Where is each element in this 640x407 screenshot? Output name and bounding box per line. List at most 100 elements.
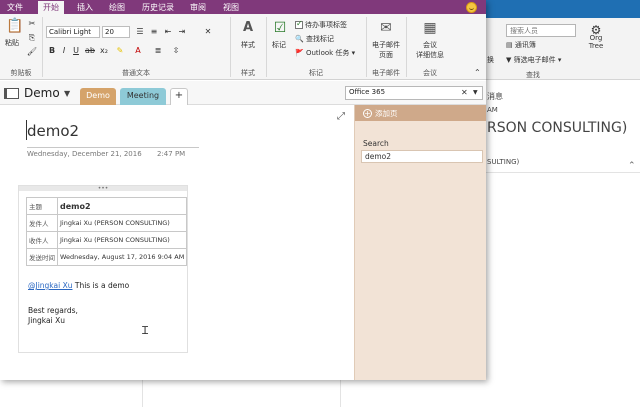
tab-home[interactable]: 开始	[38, 1, 64, 14]
email-body-line: @Jingkai Xu This is a demo	[28, 281, 129, 290]
decrease-indent-icon[interactable]: ⇤	[162, 26, 174, 38]
outlook-titlebar	[486, 0, 640, 18]
org-tree-button[interactable]: ⚙ Org Tree	[584, 24, 608, 50]
cut-icon[interactable]: ✂	[26, 18, 38, 30]
styles-icon[interactable]: A	[238, 20, 258, 36]
address-book-label: 通讯簿	[514, 41, 536, 49]
email-page-icon[interactable]: ✉	[376, 20, 396, 36]
meeting-details-icon[interactable]: ▦	[420, 20, 440, 36]
numbering-icon[interactable]: ≡	[148, 26, 160, 38]
tab-draw[interactable]: 绘图	[104, 1, 130, 14]
table-cell-value: Jingkai Xu (PERSON CONSULTING)	[56, 231, 188, 249]
basic-text-group-label: 普通文本	[122, 69, 150, 77]
clear-search-icon[interactable]: ✕	[461, 88, 468, 97]
collapse-ribbon-icon[interactable]: ⌃	[474, 68, 481, 77]
tab-insert[interactable]: 插入	[72, 1, 98, 14]
page-list-item[interactable]: demo2	[361, 150, 483, 163]
tab-view[interactable]: 视图	[218, 1, 244, 14]
notebook-dropdown-icon[interactable]: ▼	[64, 89, 70, 98]
onenote-window: 文件 开始 插入 绘图 历史记录 审阅 视图 📋 粘贴 ✂ ⎘ 🖌 剪贴板 Ca…	[0, 0, 486, 380]
filter-email-button[interactable]: ▼ 筛选电子邮件 ▾	[506, 55, 561, 65]
highlight-icon[interactable]: ✎	[114, 45, 126, 57]
clipboard-group-label: 剪贴板	[10, 69, 32, 77]
bullets-icon[interactable]: ☰	[134, 26, 146, 38]
tab-history[interactable]: 历史记录	[140, 1, 176, 14]
email-group-label: 电子邮件	[372, 69, 400, 77]
table-row: 发送时间 Wednesday, August 17, 2016 9:04 AM	[26, 248, 188, 266]
table-cell-label: 发送时间	[26, 248, 58, 266]
todo-checkbox-icon	[295, 19, 303, 29]
email-page-label-2[interactable]: 页面	[370, 50, 402, 60]
table-row: 主题 demo2	[26, 197, 188, 215]
page-canvas[interactable]: ⤢ demo2 Wednesday, December 21, 2016 2:4…	[0, 105, 354, 380]
section-tab-meeting[interactable]: Meeting	[120, 88, 166, 105]
menu-bar: 文件 开始 插入 绘图 历史记录 审阅 视图	[0, 0, 486, 14]
outlook-search-people-input[interactable]: 搜索人员	[506, 24, 576, 37]
italic-icon[interactable]: I	[58, 45, 70, 57]
font-name-select[interactable]: Calibri Light	[46, 26, 100, 38]
ibeam-cursor-icon: Ɪ	[142, 324, 149, 337]
paragraph-spacing-icon[interactable]: ⇳	[170, 45, 182, 57]
clear-formatting-icon[interactable]: ✕	[202, 26, 214, 38]
title-divider	[27, 147, 199, 148]
signature-name: Jingkai Xu	[28, 316, 65, 325]
outlook-tasks-button[interactable]: 🚩 Outlook 任务 ▾	[295, 48, 355, 58]
meeting-label-2[interactable]: 详细信息	[410, 50, 450, 60]
page-time: 2:47 PM	[157, 150, 186, 158]
find-tags-button[interactable]: 🔍 查找标记	[295, 34, 334, 44]
add-page-button[interactable]: + 添加页	[355, 105, 486, 121]
add-page-label: 添加页	[375, 109, 398, 118]
ribbon: 📋 粘贴 ✂ ⎘ 🖌 剪贴板 Calibri Light 20 ☰ ≡ ⇤ ⇥ …	[0, 14, 486, 80]
ribbon-separator	[230, 17, 231, 77]
change-label: 换	[487, 56, 494, 64]
styles-label[interactable]: 样式	[241, 40, 255, 50]
tab-file[interactable]: 文件	[2, 1, 28, 14]
bg-am-label: AM	[487, 106, 498, 114]
bg-divider	[340, 380, 341, 407]
todo-tag-button[interactable]: 待办事项标签	[295, 19, 347, 30]
table-row: 发件人 Jingkai Xu (PERSON CONSULTING)	[26, 214, 188, 232]
section-tab-demo[interactable]: Demo	[80, 88, 116, 105]
bold-icon[interactable]: B	[46, 45, 58, 57]
meeting-label-1[interactable]: 会议	[410, 40, 450, 50]
bg-recipient-name: SULTING)	[487, 158, 520, 166]
tab-review[interactable]: 审阅	[185, 1, 211, 14]
paste-icon[interactable]: 📋	[6, 18, 23, 34]
address-book-button[interactable]: ▤ 通讯簿	[506, 40, 536, 50]
add-section-button[interactable]: +	[170, 88, 188, 105]
increase-indent-icon[interactable]: ⇥	[176, 26, 188, 38]
table-cell-value: Jingkai Xu (PERSON CONSULTING)	[56, 214, 188, 232]
paste-label[interactable]: 粘贴	[5, 38, 19, 48]
tag-label[interactable]: 标记	[272, 40, 286, 50]
bg-divider	[142, 380, 143, 407]
search-results-heading: Search	[363, 139, 389, 148]
tag-checkbox-icon[interactable]: ☑	[272, 20, 288, 36]
strikethrough-icon[interactable]: ab	[84, 45, 96, 57]
ribbon-separator	[266, 17, 267, 77]
email-page-label-1[interactable]: 电子邮件	[370, 40, 402, 50]
underline-icon[interactable]: U	[70, 45, 82, 57]
notebook-icon[interactable]	[4, 88, 19, 99]
note-drag-handle[interactable]: •••	[19, 186, 187, 192]
align-icon[interactable]: ≣	[152, 45, 164, 57]
search-scope-dropdown-icon[interactable]: ▼	[473, 89, 478, 96]
feedback-smile-icon[interactable]	[466, 2, 477, 13]
collapse-chevron-icon[interactable]: ⌃	[628, 161, 636, 171]
pages-pane: + 添加页 Search demo2	[354, 105, 486, 380]
table-cell-label: 收件人	[26, 231, 58, 249]
ribbon-separator	[366, 17, 367, 77]
ribbon-separator	[406, 17, 407, 77]
mention-link[interactable]: @Jingkai Xu	[28, 281, 72, 290]
note-container[interactable]: ••• 主题 demo2 发件人 Jingkai Xu (PERSON CONS…	[18, 185, 188, 353]
styles-group-label: 样式	[241, 69, 255, 77]
regards-text: Best regards,	[28, 306, 78, 315]
copy-icon[interactable]: ⎘	[26, 32, 38, 44]
table-cell-value: Wednesday, August 17, 2016 9:04 AM	[56, 248, 188, 266]
page-title[interactable]: demo2	[27, 122, 79, 140]
full-page-view-icon[interactable]: ⤢	[337, 111, 345, 122]
font-size-select[interactable]: 20	[102, 26, 130, 38]
notebook-name[interactable]: Demo	[24, 86, 60, 100]
subscript-icon[interactable]: x₂	[98, 45, 110, 57]
format-painter-icon[interactable]: 🖌	[26, 46, 38, 58]
font-color-icon[interactable]: A	[132, 45, 144, 57]
